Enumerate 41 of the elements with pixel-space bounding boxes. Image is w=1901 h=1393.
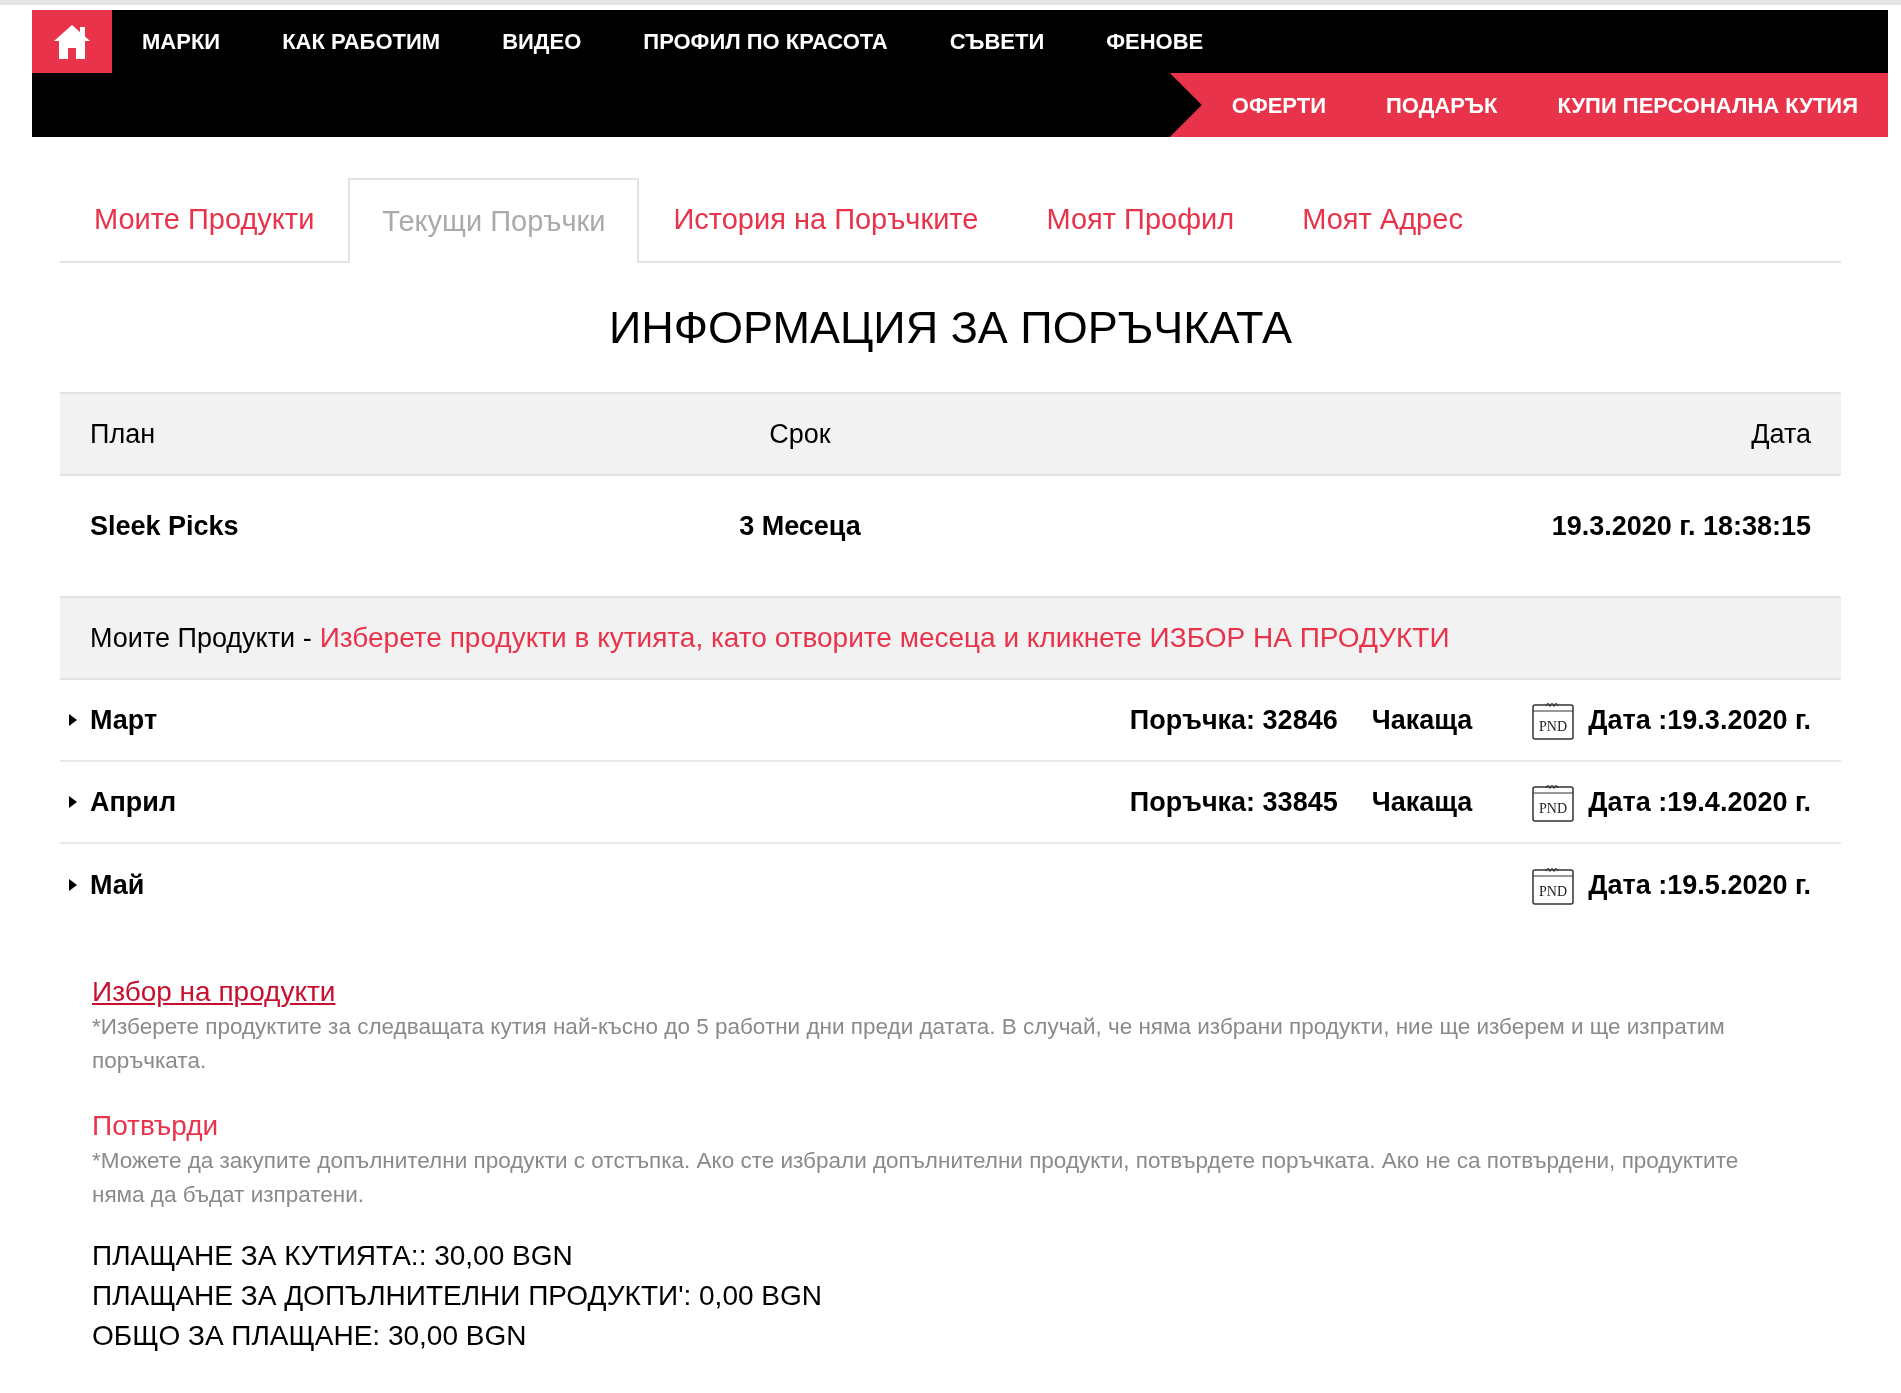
note-text: *Изберете продуктите за следващата кутия най-късно до 5 работни дни преди датата. В случай, че няма избрани продукти, ние ще изберем и ще изпратим поръчката. (92, 1013, 1726, 1075)
nav-link[interactable]: ПРОФИЛ ПО КРАСОТА (643, 25, 888, 58)
page-title: ИНФОРМАЦИЯ ЗА ПОРЪЧКАТА (607, 305, 1294, 350)
order-date: Дата :19.4.2020 г. (1588, 785, 1811, 819)
order-number: Поръчка: 32846 (1129, 703, 1338, 737)
order-date: Дата :19.5.2020 г. (1588, 868, 1811, 902)
order-status: Чакаща (1371, 703, 1473, 737)
nav-link[interactable]: ФЕНОВЕ (1106, 25, 1204, 58)
table-cell-text: 3 Месеца (738, 509, 862, 543)
nav-link[interactable]: КАК РАБОТИМ (282, 25, 441, 58)
payment-total: ПЛАЩАНЕ ЗА ДОПЪЛНИТЕЛНИ ПРОДУКТИ': 0,00 BGN (92, 1279, 822, 1313)
month-toggle[interactable]: Март (60, 699, 158, 741)
order-status: Чакаща (1371, 785, 1473, 819)
order-number: Поръчка: 33845 (1129, 785, 1338, 819)
payment-total: ОБЩО ЗА ПЛАЩАНЕ: 30,00 BGN (92, 1319, 527, 1353)
table-cell-text: Sleek Picks (90, 509, 240, 543)
home-button[interactable] (32, 10, 112, 73)
action-link[interactable]: Избор на продукти (92, 974, 336, 1010)
section-label: Моите Продукти - (90, 621, 312, 655)
month-toggle[interactable]: Май (60, 864, 145, 906)
tab[interactable]: Моите Продукти (60, 178, 349, 261)
tab[interactable]: Моят Профил (1012, 178, 1269, 261)
nav-link[interactable]: ПОДАРЪК (1386, 88, 1498, 122)
tab[interactable]: Моят Адрес (1268, 178, 1497, 261)
note-text: *Можете да закупите допълнителни продукти с отстъпка. Ако сте избрали допълнителни продукти, потвърдете поръчката. Ако не са потвърдени, продуктите няма да бъдат изпратени. (92, 1147, 1740, 1209)
column-header: Дата (1750, 417, 1811, 451)
nav-link[interactable]: МАРКИ (142, 25, 221, 58)
home-icon (52, 22, 92, 61)
payment-total: ПЛАЩАНЕ ЗА КУТИЯТА:: 30,00 BGN (92, 1239, 573, 1273)
section-hint: Изберете продукти в кутията, като отворите месеца и кликнете ИЗБОР НА ПРОДУКТИ (319, 621, 1450, 655)
column-header: Срок (768, 417, 832, 451)
month-toggle[interactable]: Април (60, 781, 177, 823)
nav-link[interactable]: КУПИ ПЕРСОНАЛНА КУТИЯ (1557, 88, 1858, 122)
nav-link[interactable]: ВИДЕО (502, 25, 582, 58)
tab[interactable]: История на Поръчките (639, 178, 1013, 261)
nav-link[interactable]: ОФЕРТИ (1231, 88, 1326, 122)
nav-link[interactable]: СЪВЕТИ (949, 25, 1045, 58)
column-header: План (90, 417, 157, 451)
action-link[interactable]: Потвърди (92, 1108, 219, 1144)
table-cell-text: 19.3.2020 г. 18:38:15 (1550, 509, 1811, 543)
order-date: Дата :19.3.2020 г. (1588, 703, 1811, 737)
